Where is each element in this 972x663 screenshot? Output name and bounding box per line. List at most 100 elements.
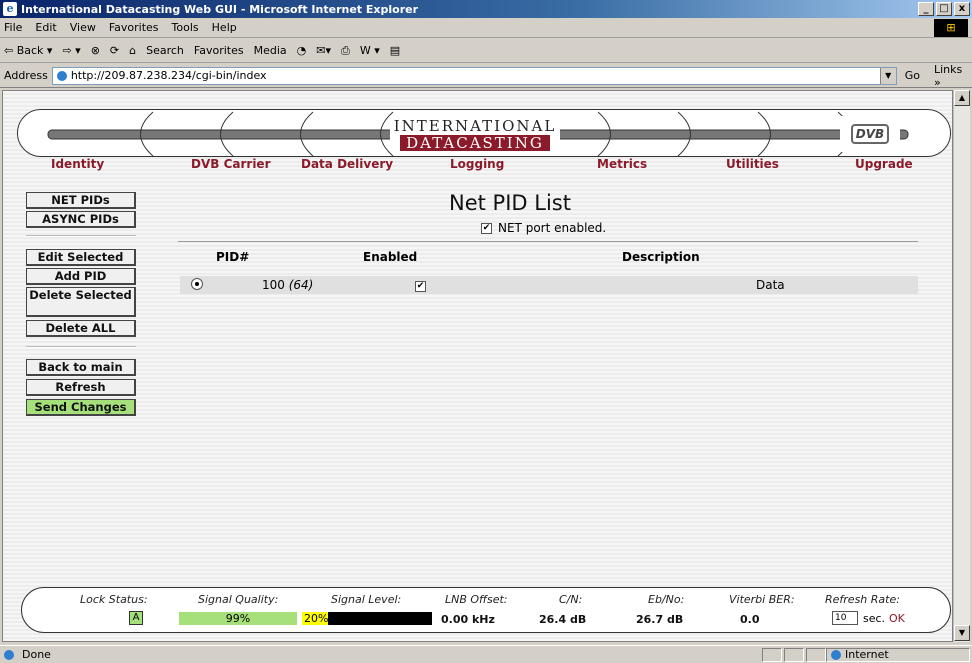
status-pane	[762, 648, 782, 662]
page-icon	[56, 70, 67, 81]
nav-metrics[interactable]: Metrics	[597, 157, 647, 171]
minimize-button[interactable]: _	[918, 2, 934, 16]
main-nav: Identity DVB Carrier Data Delivery Loggi…	[3, 157, 952, 175]
column-header-enabled: Enabled	[363, 250, 418, 264]
ie-logo-icon: e	[3, 2, 17, 16]
enabled-checkbox[interactable]: ✔	[415, 278, 432, 292]
refresh-rate-ok-link[interactable]: OK	[889, 612, 905, 625]
edit-selected-button[interactable]: Edit Selected	[26, 249, 136, 266]
page-title: Net PID List	[449, 191, 571, 215]
menu-edit[interactable]: Edit	[35, 21, 56, 34]
security-zone: Internet	[826, 648, 970, 662]
pid-hex-value: (64)	[288, 278, 314, 292]
lock-status-label: Lock Status:	[80, 593, 148, 606]
ebno-label: Eb/No:	[648, 593, 685, 606]
menu-view[interactable]: View	[70, 21, 96, 34]
maximize-button[interactable]: □	[936, 2, 952, 16]
description-cell: Data	[756, 278, 785, 292]
refresh-rate-input[interactable]: 10	[832, 611, 858, 625]
browser-status-bar: Done Internet	[0, 645, 972, 663]
nav-upgrade[interactable]: Upgrade	[855, 157, 913, 171]
address-bar: Address http://209.87.238.234/cgi-bin/in…	[0, 63, 972, 89]
signal-quality-bar: 99%	[179, 612, 297, 625]
go-button[interactable]: Go	[905, 69, 920, 82]
back-button[interactable]: ⇦ Back ▾	[4, 44, 52, 57]
status-pane	[806, 648, 826, 662]
menu-favorites[interactable]: Favorites	[109, 21, 159, 34]
status-panes	[762, 648, 826, 662]
links-button[interactable]: Links »	[934, 63, 972, 89]
menu-file[interactable]: File	[4, 21, 22, 34]
mail-icon[interactable]: ✉▾	[316, 44, 331, 57]
column-header-pid: PID#	[216, 250, 250, 264]
signal-level-value: 20%	[304, 612, 329, 625]
close-button[interactable]: x	[954, 2, 970, 16]
internet-zone-icon	[831, 650, 841, 660]
delete-all-button[interactable]: Delete ALL	[26, 320, 136, 337]
discuss-icon[interactable]: ▤	[390, 44, 400, 57]
send-changes-button[interactable]: Send Changes	[26, 399, 136, 416]
menu-tools[interactable]: Tools	[172, 21, 199, 34]
nav-dvb-carrier[interactable]: DVB Carrier	[191, 157, 270, 171]
address-input[interactable]: http://209.87.238.234/cgi-bin/index ▼	[51, 66, 897, 85]
table-row[interactable]: 100 (64) ✔ Data	[180, 276, 918, 294]
logo-line1: INTERNATIONAL	[393, 117, 557, 135]
net-pids-button[interactable]: NET PIDs	[26, 192, 136, 209]
lock-status-indicator: A	[129, 611, 143, 625]
viterbi-ber-label: Viterbi BER:	[729, 593, 795, 606]
net-port-checkbox[interactable]: ✔	[481, 222, 492, 234]
window-title: International Datacasting Web GUI - Micr…	[21, 2, 418, 16]
signal-level-bar: 20%	[302, 612, 432, 625]
edit-word-icon[interactable]: W ▾	[360, 44, 380, 57]
scroll-down-icon[interactable]: ▼	[954, 625, 970, 641]
scroll-up-icon[interactable]: ▲	[954, 90, 970, 106]
cn-label: C/N:	[559, 593, 583, 606]
dvb-logo: DVB	[851, 124, 889, 144]
address-url: http://209.87.238.234/cgi-bin/index	[70, 69, 267, 82]
favorites-button[interactable]: Favorites	[194, 44, 244, 57]
nav-identity[interactable]: Identity	[51, 157, 104, 171]
pid-value: 100	[262, 278, 285, 292]
cn-value: 26.4 dB	[539, 613, 587, 626]
nav-logging[interactable]: Logging	[450, 157, 504, 171]
zone-label: Internet	[845, 648, 889, 661]
logo-line2: DATACASTING	[400, 135, 550, 151]
nav-utilities[interactable]: Utilities	[726, 157, 779, 171]
ebno-value: 26.7 dB	[636, 613, 684, 626]
delete-selected-button[interactable]: Delete Selected	[26, 287, 136, 317]
row-select-radio[interactable]	[191, 278, 203, 290]
nav-data-delivery[interactable]: Data Delivery	[301, 157, 393, 171]
net-port-enabled: ✔ NET port enabled.	[481, 221, 606, 235]
vertical-scrollbar[interactable]: ▲ ▼	[953, 90, 970, 642]
print-icon[interactable]: ⎙	[341, 44, 350, 58]
refresh-button[interactable]: Refresh	[26, 379, 136, 396]
pid-cell: 100 (64)	[262, 278, 313, 292]
column-header-description: Description	[622, 250, 700, 264]
viterbi-ber-value: 0.0	[740, 613, 760, 626]
page-done-icon	[4, 649, 14, 660]
address-label: Address	[4, 69, 48, 82]
international-datacasting-logo: INTERNATIONAL DATACASTING	[388, 118, 562, 152]
add-pid-button[interactable]: Add PID	[26, 268, 136, 285]
search-button[interactable]: Search	[146, 44, 184, 57]
menu-bar: File Edit View Favorites Tools Help ⊞	[0, 18, 972, 38]
async-pids-button[interactable]: ASYNC PIDs	[26, 211, 136, 228]
stop-icon[interactable]: ⊗	[91, 44, 100, 57]
lnb-offset-value: 0.00 kHz	[441, 613, 495, 626]
home-icon[interactable]: ⌂	[129, 44, 136, 57]
address-dropdown-icon[interactable]: ▼	[879, 67, 896, 84]
refresh-rate-label: Refresh Rate:	[825, 593, 900, 606]
divider	[178, 241, 918, 242]
refresh-icon[interactable]: ⟳	[110, 44, 119, 57]
web-page: INTERNATIONAL DATACASTING DVB Identity D…	[2, 90, 953, 642]
forward-button[interactable]: ⇨ ▾	[62, 44, 80, 57]
history-icon[interactable]: ◔	[297, 44, 307, 57]
menu-help[interactable]: Help	[212, 21, 237, 34]
window-title-bar[interactable]: e International Datacasting Web GUI - Mi…	[0, 0, 972, 18]
windows-logo-icon: ⊞	[934, 19, 968, 37]
media-button[interactable]: Media	[254, 44, 287, 57]
back-to-main-button[interactable]: Back to main	[26, 359, 136, 376]
menu-divider	[26, 346, 136, 348]
signal-quality-label: Signal Quality:	[198, 593, 279, 606]
signal-quality-value: 99%	[225, 612, 251, 625]
